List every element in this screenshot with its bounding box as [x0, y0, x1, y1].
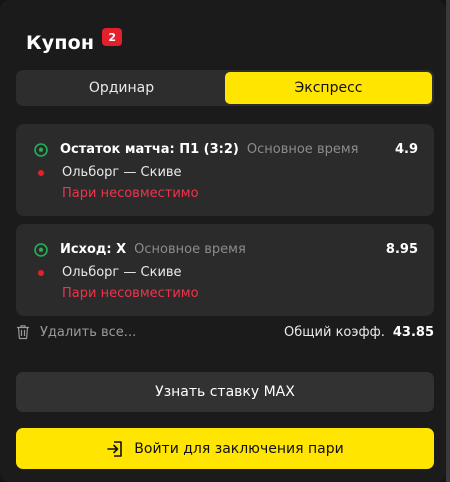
bet-match-row: Ольборг — Скиве — [38, 265, 182, 280]
bet-odds: 4.9 — [394, 142, 418, 157]
bet-card: Остаток матча: П1 (3:2) Основное время 4… — [16, 124, 434, 216]
trash-icon[interactable] — [16, 324, 30, 340]
max-stake-label: Узнать ставку MAX — [155, 384, 295, 400]
bet-warning: Пари несовместимо — [62, 286, 199, 301]
bet-warning: Пари несовместимо — [62, 186, 199, 201]
coupon-title: Купон — [26, 32, 95, 54]
login-icon — [107, 440, 123, 457]
bet-header: Исход: Х Основное время 8.95 — [34, 242, 418, 257]
max-stake-button[interactable]: Узнать ставку MAX — [16, 372, 434, 412]
coupon-header: Купон 2 — [26, 28, 123, 54]
live-dot-icon — [38, 269, 44, 276]
bet-card: Исход: Х Основное время 8.95 Ольборг — С… — [16, 224, 434, 316]
coupon-panel: Купон 2 Ординар Экспресс Остаток матча: … — [0, 0, 446, 482]
bet-period: Основное время — [134, 242, 246, 257]
live-dot-icon — [38, 169, 44, 176]
soccer-ball-icon — [34, 242, 48, 257]
login-label: Войти для заключения пари — [134, 440, 344, 457]
total-odds-value: 43.85 — [392, 324, 434, 340]
total-odds-label: Общий коэфф. — [284, 324, 385, 340]
bet-match-row: Ольборг — Скиве — [38, 165, 182, 180]
bet-header: Остаток матча: П1 (3:2) Основное время 4… — [34, 142, 418, 157]
bet-match[interactable]: Ольборг — Скиве — [62, 265, 182, 280]
login-button[interactable]: Войти для заключения пари — [16, 428, 434, 469]
tab-express[interactable]: Экспресс — [225, 72, 432, 104]
tab-single[interactable]: Ординар — [18, 72, 225, 104]
bet-period: Основное время — [246, 142, 359, 157]
scrollbar[interactable] — [446, 0, 450, 482]
bet-match[interactable]: Ольборг — Скиве — [62, 165, 182, 180]
bet-count-badge: 2 — [102, 28, 123, 46]
coupon-footer: Удалить все... Общий коэфф. 43.85 — [16, 322, 434, 342]
bet-type-tabs: Ординар Экспресс — [16, 70, 434, 106]
bet-market: Остаток матча: П1 (3:2) — [60, 142, 239, 157]
bet-odds: 8.95 — [385, 242, 418, 257]
bet-market: Исход: Х — [60, 242, 127, 257]
soccer-ball-icon — [34, 142, 48, 157]
delete-all-button[interactable]: Удалить все... — [40, 325, 136, 340]
